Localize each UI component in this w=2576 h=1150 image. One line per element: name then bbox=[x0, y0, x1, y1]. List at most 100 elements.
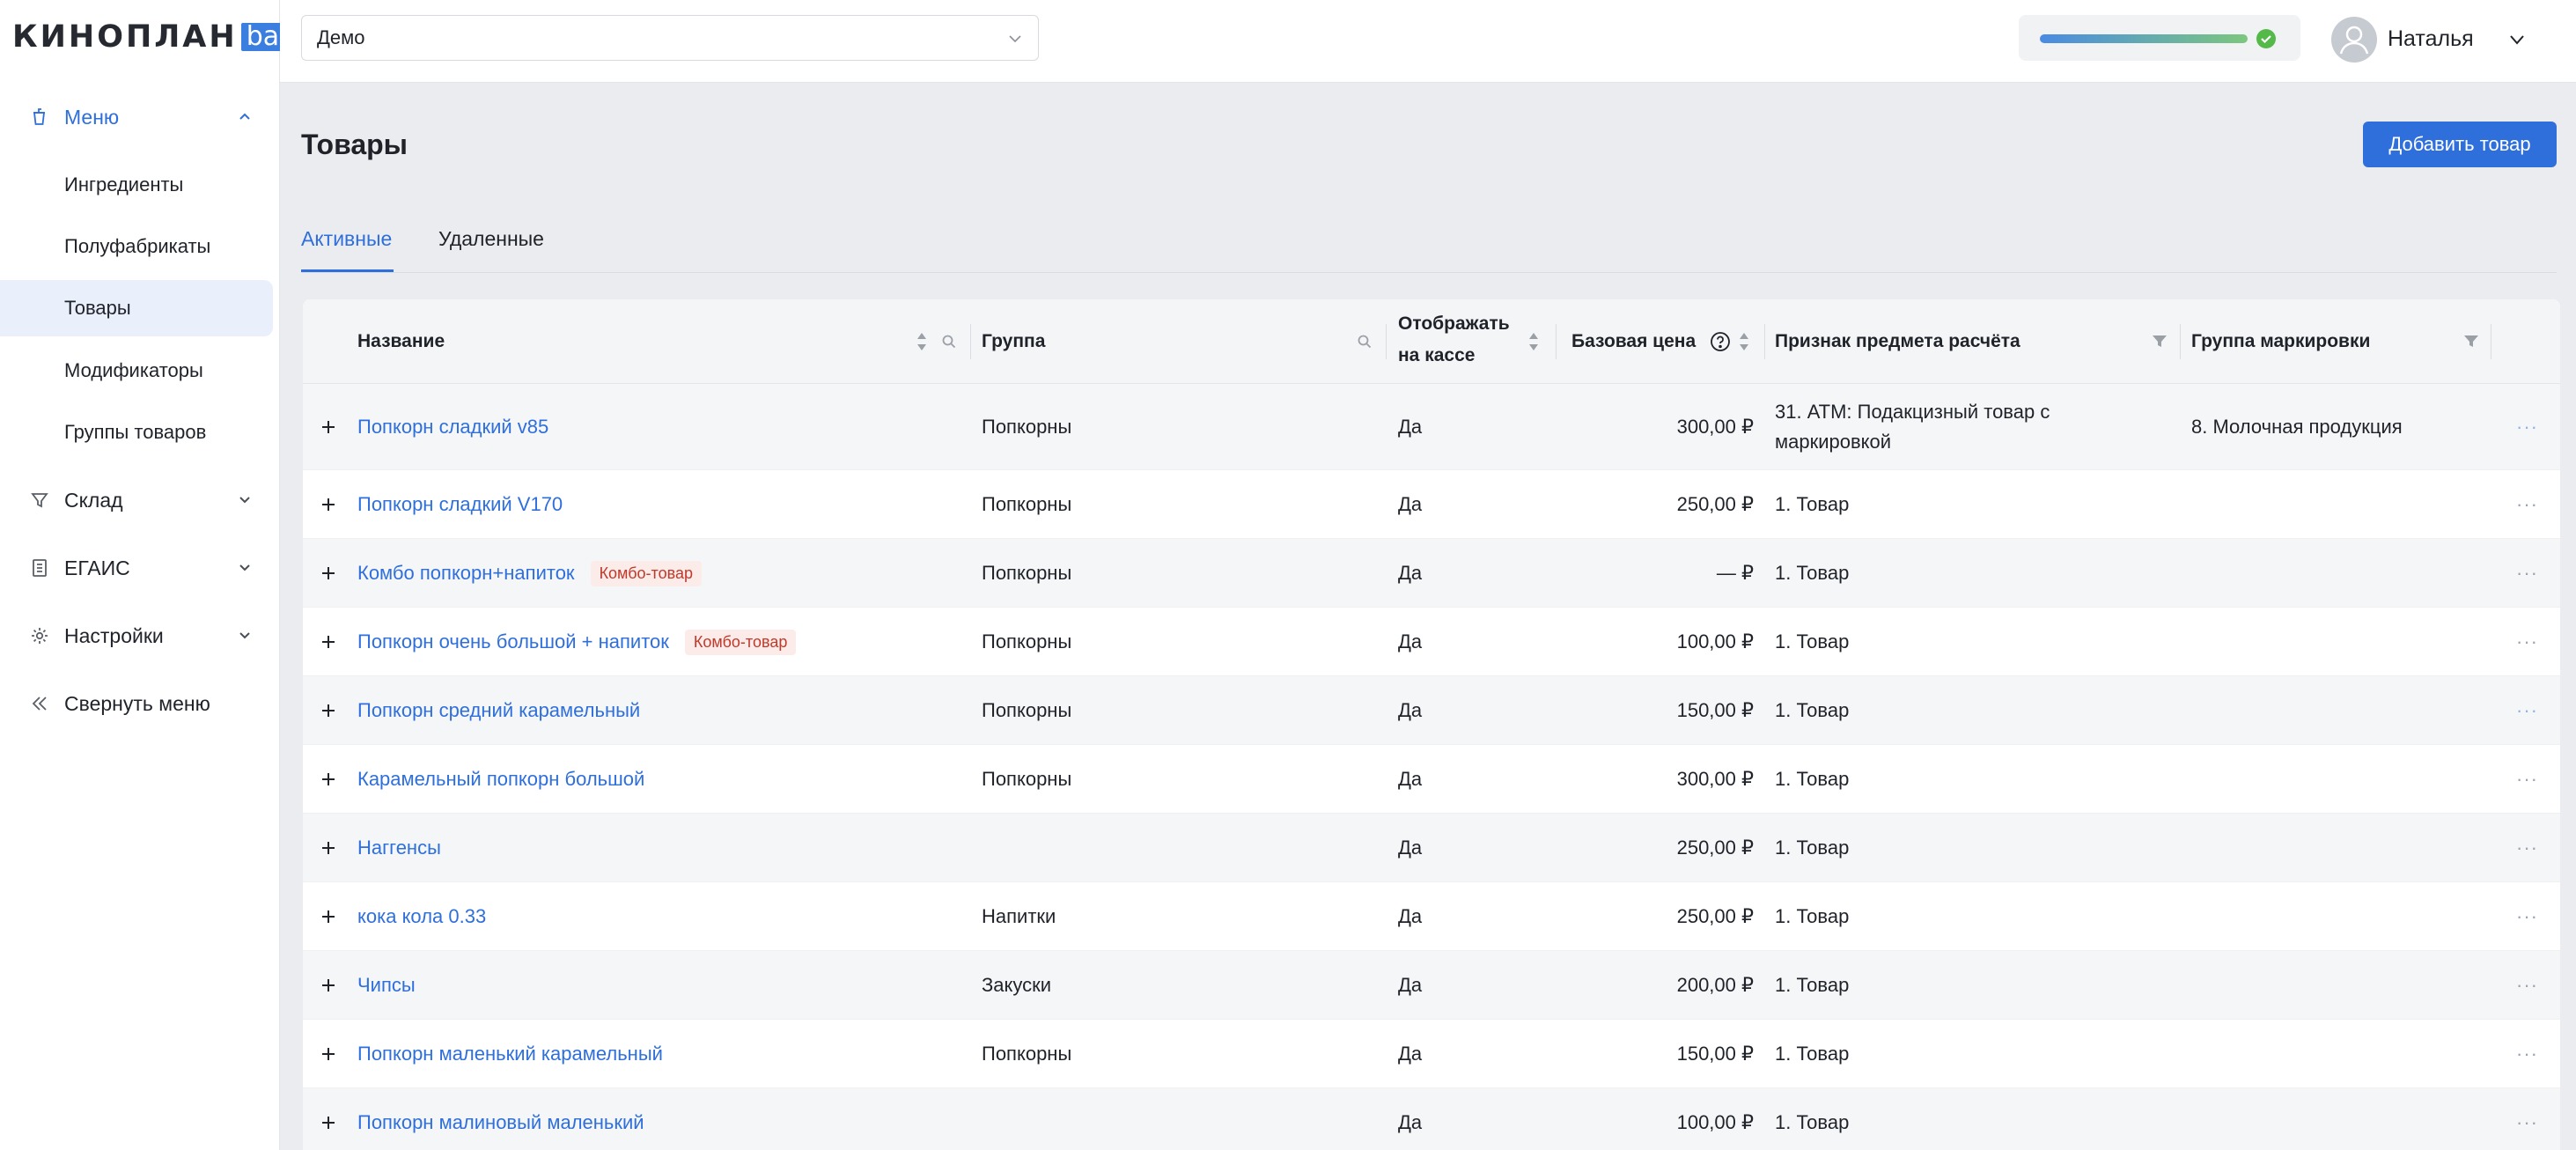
product-name-link[interactable]: Карамельный попкорн большой bbox=[357, 745, 644, 814]
more-actions-icon[interactable]: ··· bbox=[2516, 974, 2538, 997]
show-at-register: Да bbox=[1398, 630, 1423, 652]
expand-plus-icon[interactable] bbox=[319, 770, 338, 789]
sidebar-group-label: ЕГАИС bbox=[64, 556, 130, 579]
column-header-show-line1[interactable]: Отображать bbox=[1398, 308, 1510, 340]
chevron-down-icon[interactable] bbox=[2506, 29, 2528, 50]
tab-active[interactable]: Активные bbox=[301, 227, 392, 251]
column-divider bbox=[970, 324, 971, 359]
sidebar-item-products[interactable]: Товары bbox=[0, 280, 273, 336]
collapse-menu-button[interactable]: Свернуть меню bbox=[0, 676, 273, 731]
product-name-link[interactable]: Попкорн средний карамельный bbox=[357, 676, 640, 745]
product-name-link[interactable]: Попкорн маленький карамельный bbox=[357, 1020, 663, 1088]
product-name-link[interactable]: Попкорн сладкий V170 bbox=[357, 470, 563, 539]
sort-icon[interactable] bbox=[916, 331, 928, 352]
sort-icon[interactable] bbox=[1738, 331, 1750, 352]
logo[interactable]: КИНОПЛАН bar bbox=[12, 18, 296, 56]
search-icon[interactable] bbox=[941, 334, 957, 350]
search-icon[interactable] bbox=[1357, 334, 1373, 350]
product-group: Попкорны bbox=[982, 699, 1072, 721]
table-row[interactable]: кока кола 0.33 Напитки Да 250,00 ₽ 1. То… bbox=[303, 882, 2560, 951]
venue-select[interactable]: Демо bbox=[301, 15, 1039, 61]
sidebar-group-settings[interactable]: Настройки bbox=[0, 608, 273, 663]
more-actions-icon[interactable]: ··· bbox=[2516, 493, 2538, 516]
show-at-register: Да bbox=[1398, 562, 1423, 584]
sidebar-item-semifinished[interactable]: Полуфабрикаты bbox=[0, 218, 273, 275]
collapse-menu-label: Свернуть меню bbox=[64, 691, 210, 715]
more-actions-icon[interactable]: ··· bbox=[2516, 562, 2538, 585]
more-actions-icon[interactable]: ··· bbox=[2516, 416, 2538, 439]
column-divider bbox=[1556, 324, 1557, 359]
more-actions-icon[interactable]: ··· bbox=[2516, 905, 2538, 928]
table-row[interactable]: Попкорн маленький карамельный Попкорны Д… bbox=[303, 1020, 2560, 1088]
show-at-register: Да bbox=[1398, 416, 1423, 438]
column-header-marking[interactable]: Группа маркировки bbox=[2191, 326, 2370, 358]
sidebar-group-menu[interactable]: Меню bbox=[0, 90, 273, 144]
funnel-icon bbox=[31, 493, 48, 508]
expand-plus-icon[interactable] bbox=[319, 701, 338, 720]
expand-plus-icon[interactable] bbox=[319, 495, 338, 514]
product-name-link[interactable]: кока кола 0.33 bbox=[357, 882, 486, 951]
sort-icon[interactable] bbox=[1527, 331, 1540, 352]
sync-status[interactable] bbox=[2019, 15, 2300, 61]
base-price: 150,00 ₽ bbox=[1676, 1043, 1754, 1065]
sidebar-item-modifiers[interactable]: Модификаторы bbox=[0, 343, 273, 399]
product-name-link[interactable]: Попкорн сладкий v85 bbox=[357, 384, 548, 470]
sidebar-item-label: Ингредиенты bbox=[64, 173, 184, 195]
column-divider bbox=[1386, 324, 1387, 359]
column-header-group[interactable]: Группа bbox=[982, 326, 1045, 358]
expand-plus-icon[interactable] bbox=[319, 907, 338, 926]
gear-icon bbox=[32, 628, 48, 644]
expand-plus-icon[interactable] bbox=[319, 417, 338, 437]
table-row[interactable]: Наггенсы Да 250,00 ₽ 1. Товар ··· bbox=[303, 814, 2560, 882]
payment-sign: 1. Товар bbox=[1775, 562, 1850, 584]
table-row[interactable]: Карамельный попкорн большой Попкорны Да … bbox=[303, 745, 2560, 814]
user-name[interactable]: Наталья bbox=[2388, 26, 2474, 52]
product-name-link[interactable]: Попкорн малиновый маленький bbox=[357, 1088, 644, 1150]
table-row[interactable]: Чипсы Закуски Да 200,00 ₽ 1. Товар ··· bbox=[303, 951, 2560, 1020]
more-actions-icon[interactable]: ··· bbox=[2516, 699, 2538, 722]
table-row[interactable]: Попкорн очень большой + напиток Комбо-то… bbox=[303, 608, 2560, 676]
filter-icon[interactable] bbox=[2151, 333, 2168, 350]
column-divider bbox=[2180, 324, 2181, 359]
expand-plus-icon[interactable] bbox=[319, 976, 338, 995]
payment-sign: 1. Товар bbox=[1775, 768, 1850, 790]
add-product-button[interactable]: Добавить товар bbox=[2363, 122, 2557, 167]
help-icon[interactable] bbox=[1710, 331, 1731, 352]
filter-icon[interactable] bbox=[2462, 333, 2480, 350]
table-row[interactable]: Попкорн средний карамельный Попкорны Да … bbox=[303, 676, 2560, 745]
table-row[interactable]: Попкорн малиновый маленький Да 100,00 ₽ … bbox=[303, 1088, 2560, 1150]
show-at-register: Да bbox=[1398, 974, 1423, 996]
table-row[interactable]: Попкорн сладкий V170 Попкорны Да 250,00 … bbox=[303, 470, 2560, 539]
product-name-link[interactable]: Попкорн очень большой + напиток Комбо-то… bbox=[357, 608, 797, 676]
column-header-sign[interactable]: Признак предмета расчёта bbox=[1775, 326, 2020, 358]
expand-plus-icon[interactable] bbox=[319, 1113, 338, 1132]
sidebar-group-warehouse[interactable]: Склад bbox=[0, 473, 273, 527]
expand-plus-icon[interactable] bbox=[319, 632, 338, 652]
more-actions-icon[interactable]: ··· bbox=[2516, 1043, 2538, 1065]
payment-sign: 1. Товар bbox=[1775, 974, 1850, 996]
sidebar-group-egais[interactable]: ЕГАИС bbox=[0, 541, 273, 595]
product-name-link[interactable]: Комбо попкорн+напиток Комбо-товар bbox=[357, 539, 702, 608]
more-actions-icon[interactable]: ··· bbox=[2516, 837, 2538, 859]
product-name: Попкорн очень большой + напиток bbox=[357, 630, 669, 652]
expand-plus-icon[interactable] bbox=[319, 1044, 338, 1064]
combo-badge: Комбо-товар bbox=[684, 629, 797, 655]
column-header-show-line2[interactable]: на кассе bbox=[1398, 340, 1475, 372]
sync-progress-bar bbox=[2040, 34, 2248, 43]
avatar[interactable] bbox=[2331, 17, 2377, 63]
product-name-link[interactable]: Чипсы bbox=[357, 951, 416, 1020]
column-header-price[interactable]: Базовая цена bbox=[1571, 326, 1696, 358]
table-header: Название Группа Отображать на кассе Базо… bbox=[303, 299, 2560, 384]
sidebar-item-product-groups[interactable]: Группы товаров bbox=[0, 404, 273, 461]
expand-plus-icon[interactable] bbox=[319, 564, 338, 583]
more-actions-icon[interactable]: ··· bbox=[2516, 630, 2538, 653]
more-actions-icon[interactable]: ··· bbox=[2516, 1111, 2538, 1134]
expand-plus-icon[interactable] bbox=[319, 838, 338, 858]
table-row[interactable]: Попкорн сладкий v85 Попкорны Да 300,00 ₽… bbox=[303, 384, 2560, 470]
column-header-name[interactable]: Название bbox=[357, 326, 445, 358]
tab-deleted[interactable]: Удаленные bbox=[438, 227, 544, 251]
table-row[interactable]: Комбо попкорн+напиток Комбо-товар Попкор… bbox=[303, 539, 2560, 608]
more-actions-icon[interactable]: ··· bbox=[2516, 768, 2538, 791]
product-name-link[interactable]: Наггенсы bbox=[357, 814, 441, 882]
sidebar-item-ingredients[interactable]: Ингредиенты bbox=[0, 157, 273, 213]
